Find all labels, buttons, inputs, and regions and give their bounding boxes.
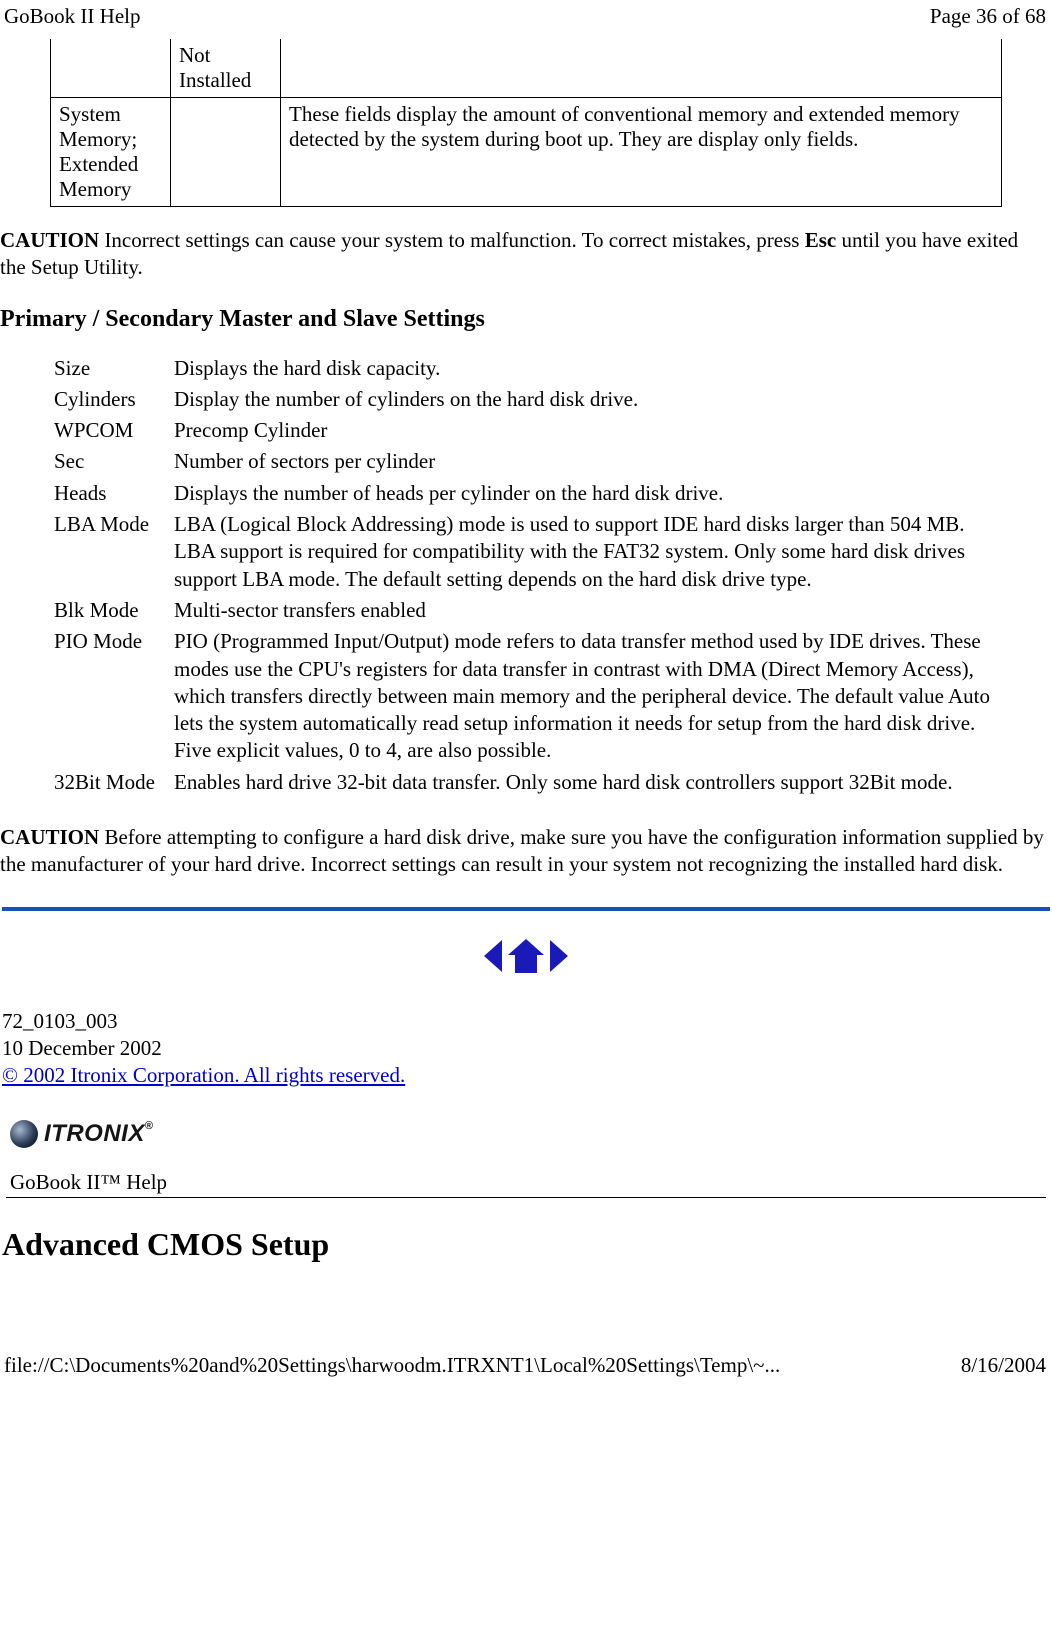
doc-id: 72_0103_003 bbox=[2, 1008, 1052, 1035]
section-heading: Primary / Secondary Master and Slave Set… bbox=[0, 282, 1052, 339]
table-row: PIO ModePIO (Programmed Input/Output) mo… bbox=[50, 626, 1002, 766]
help-label: GoBook II™ Help bbox=[0, 1148, 1052, 1195]
setting-desc: Multi-sector transfers enabled bbox=[170, 595, 1002, 626]
setting-label: Size bbox=[50, 353, 170, 384]
cell bbox=[281, 39, 1002, 98]
caution-1: CAUTION Incorrect settings can cause you… bbox=[0, 207, 1052, 282]
caution-2: CAUTION Before attempting to configure a… bbox=[0, 798, 1052, 879]
table-row: SecNumber of sectors per cylinder bbox=[50, 446, 1002, 477]
table-row: Blk ModeMulti-sector transfers enabled bbox=[50, 595, 1002, 626]
setting-label: Sec bbox=[50, 446, 170, 477]
table-row: HeadsDisplays the number of heads per cy… bbox=[50, 478, 1002, 509]
cell: These fields display the amount of conve… bbox=[281, 98, 1002, 207]
caution-text-1: Incorrect settings can cause your system… bbox=[99, 228, 805, 252]
table-row: CylindersDisplay the number of cylinders… bbox=[50, 384, 1002, 415]
setting-label: 32Bit Mode bbox=[50, 767, 170, 798]
arrow-left-icon bbox=[484, 940, 502, 972]
setting-desc: Enables hard drive 32-bit data transfer.… bbox=[170, 767, 1002, 798]
setting-label: Cylinders bbox=[50, 384, 170, 415]
settings-table: SizeDisplays the hard disk capacity. Cyl… bbox=[50, 353, 1002, 798]
esc-key: Esc bbox=[805, 228, 837, 252]
top-table: Not Installed System Memory; Extended Me… bbox=[50, 39, 1002, 207]
footer-right: 8/16/2004 bbox=[961, 1353, 1046, 1378]
setting-label: WPCOM bbox=[50, 415, 170, 446]
table-row: SizeDisplays the hard disk capacity. bbox=[50, 353, 1002, 384]
setting-desc: Displays the number of heads per cylinde… bbox=[170, 478, 1002, 509]
caution-label: CAUTION bbox=[0, 228, 99, 252]
setting-desc: Number of sectors per cylinder bbox=[170, 446, 1002, 477]
cell bbox=[51, 39, 171, 98]
arrow-right-icon bbox=[550, 940, 568, 972]
table-row: LBA ModeLBA (Logical Block Addressing) m… bbox=[50, 509, 1002, 595]
meta-block: 72_0103_003 10 December 2002 © 2002 Itro… bbox=[0, 996, 1052, 1090]
caution-label: CAUTION bbox=[0, 825, 99, 849]
cell: System Memory; Extended Memory bbox=[51, 98, 171, 207]
setting-desc: Precomp Cylinder bbox=[170, 415, 1002, 446]
setting-label: Heads bbox=[50, 478, 170, 509]
setting-desc: PIO (Programmed Input/Output) mode refer… bbox=[170, 626, 1002, 766]
table-row: Not Installed bbox=[51, 39, 1002, 98]
cell: Not Installed bbox=[171, 39, 281, 98]
setting-label: PIO Mode bbox=[50, 626, 170, 766]
setting-desc: Display the number of cylinders on the h… bbox=[170, 384, 1002, 415]
setting-label: Blk Mode bbox=[50, 595, 170, 626]
globe-icon bbox=[10, 1120, 38, 1148]
nav-next-button[interactable] bbox=[550, 940, 568, 972]
doc-date: 10 December 2002 bbox=[2, 1035, 1052, 1062]
page-footer: file://C:\Documents%20and%20Settings\har… bbox=[0, 1263, 1052, 1384]
cell bbox=[171, 98, 281, 207]
setting-label: LBA Mode bbox=[50, 509, 170, 595]
table-row: WPCOMPrecomp Cylinder bbox=[50, 415, 1002, 446]
page-header: GoBook II Help Page 36 of 68 bbox=[0, 0, 1052, 39]
header-left: GoBook II Help bbox=[4, 4, 140, 29]
caution-2-text: Before attempting to configure a hard di… bbox=[0, 825, 1044, 876]
setting-desc: Displays the hard disk capacity. bbox=[170, 353, 1002, 384]
table-row: 32Bit ModeEnables hard drive 32-bit data… bbox=[50, 767, 1002, 798]
footer-left: file://C:\Documents%20and%20Settings\har… bbox=[4, 1353, 780, 1378]
nav-prev-button[interactable] bbox=[484, 940, 502, 972]
home-icon bbox=[508, 939, 544, 973]
logo-strip: ITRONIX® bbox=[0, 1090, 1052, 1148]
table-row: System Memory; Extended Memory These fie… bbox=[51, 98, 1002, 207]
nav-block bbox=[0, 911, 1052, 996]
logo-text: ITRONIX® bbox=[44, 1120, 153, 1148]
copyright-link[interactable]: © 2002 Itronix Corporation. All rights r… bbox=[2, 1063, 405, 1087]
header-right: Page 36 of 68 bbox=[930, 4, 1046, 29]
setting-desc: LBA (Logical Block Addressing) mode is u… bbox=[170, 509, 1002, 595]
nav-home-button[interactable] bbox=[508, 939, 544, 973]
main-heading: Advanced CMOS Setup bbox=[0, 1198, 1052, 1263]
